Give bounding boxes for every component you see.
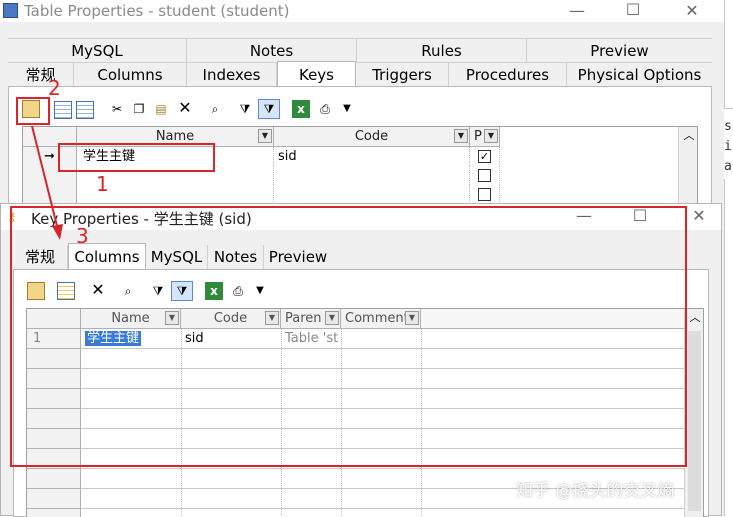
filter-icon[interactable]: ⧩ [236, 100, 254, 118]
tab-keys[interactable]: Keys [277, 61, 356, 87]
tab-notes[interactable]: Notes [187, 39, 357, 63]
tab-procedures[interactable]: Procedures [449, 63, 567, 87]
column-filter-icon[interactable]: ⧩ [258, 99, 280, 119]
app-icon [3, 3, 18, 18]
keys-toolbar: ✂ ❐ ▤ ✕ ⌕ ⧩ ⧩ x ⎙ ▼ [14, 98, 394, 122]
vertical-scrollbar[interactable]: ︿ [684, 309, 703, 517]
minimize-button[interactable]: — [562, 1, 592, 20]
primary-checkbox[interactable]: ✓ [478, 150, 491, 163]
add-row-icon[interactable] [76, 101, 94, 119]
watermark: 知乎 @挠头的交叉熵 [516, 481, 675, 501]
copy-icon[interactable]: ❐ [130, 100, 148, 118]
scroll-up-arrow-icon[interactable]: ︿ [685, 309, 703, 327]
background-window-edge: ss i a [724, 108, 733, 179]
tab-preview[interactable]: Preview [527, 39, 712, 63]
cut-icon[interactable]: ✂ [108, 100, 126, 118]
tab-indexes[interactable]: Indexes [187, 63, 277, 87]
tab-row-bottom: 常规 Columns Indexes Keys Triggers Procedu… [8, 61, 712, 87]
excel-export-icon[interactable]: x [292, 100, 310, 118]
annotation-label-2: 2 [48, 76, 61, 100]
window-title: Table Properties - student (student) [24, 2, 290, 20]
tab-columns[interactable]: Columns [74, 63, 187, 87]
primary-checkbox[interactable] [478, 169, 491, 182]
title-bar: Table Properties - student (student) — ☐… [0, 0, 724, 22]
annotation-box-key-row [58, 143, 215, 172]
code-dropdown-icon[interactable]: ▼ [454, 129, 468, 143]
key-code-cell[interactable]: sid [274, 147, 470, 166]
tab-general[interactable]: 常规 [8, 63, 74, 87]
tab-mysql[interactable]: MySQL [8, 39, 187, 63]
annotation-box-key-dialog [10, 206, 687, 467]
dropdown-arrow-icon[interactable]: ▼ [338, 100, 356, 118]
delete-icon[interactable]: ✕ [176, 99, 194, 117]
insert-row-icon[interactable] [54, 101, 72, 119]
scroll-thumb[interactable] [688, 331, 701, 511]
close-button[interactable]: ✕ [677, 1, 707, 20]
paste-icon[interactable]: ▤ [152, 100, 170, 118]
annotation-label-3: 3 [76, 224, 89, 248]
column-header-code[interactable]: Code ▼ [274, 127, 470, 147]
maximize-button[interactable]: ☐ [618, 0, 648, 19]
annotation-box-toolbar-button [16, 97, 50, 125]
print-icon[interactable]: ⎙ [316, 100, 334, 118]
tab-triggers[interactable]: Triggers [356, 63, 449, 87]
name-dropdown-icon[interactable]: ▼ [258, 129, 272, 143]
tab-row-top: MySQL Notes Rules Preview [8, 38, 712, 63]
tab-rules[interactable]: Rules [357, 39, 527, 63]
annotation-label-1: 1 [96, 172, 109, 196]
close-button[interactable]: ✕ [684, 206, 714, 225]
primary-dropdown-icon[interactable]: ▼ [484, 129, 498, 143]
primary-checkbox[interactable] [478, 188, 491, 201]
column-header-primary[interactable]: P ▼ [470, 127, 500, 147]
primary-cell[interactable]: ✓ [470, 147, 500, 166]
find-icon[interactable]: ⌕ [206, 100, 224, 118]
scroll-up-arrow-icon[interactable]: ︿ [679, 127, 697, 145]
tab-physical-options[interactable]: Physical Options [567, 63, 712, 87]
